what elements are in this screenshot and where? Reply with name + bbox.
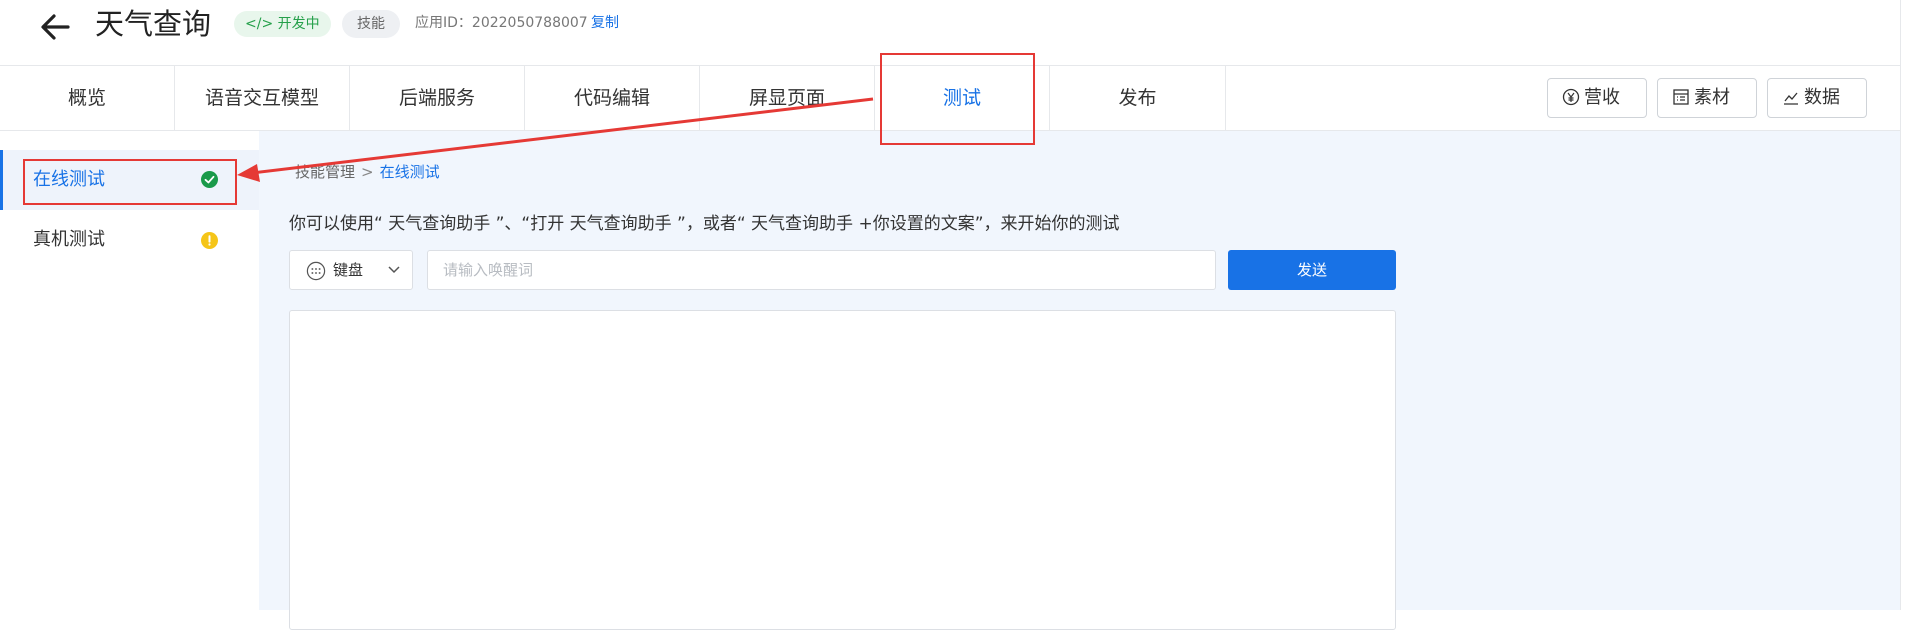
test-hint: 你可以使用“ 天气查询助手 ”、“打开 天气查询助手 ”，或者“ 天气查询助手 …	[289, 214, 1120, 234]
sidebar: 在线测试 真机测试	[0, 131, 259, 610]
wake-word-input[interactable]	[427, 250, 1216, 290]
code-icon: </>	[245, 16, 274, 32]
breadcrumb: 技能管理 > 在线测试	[295, 162, 440, 182]
tab-publish[interactable]: 发布	[1050, 66, 1226, 130]
test-conversation-panel	[289, 310, 1396, 630]
status-badge-label: 开发中	[277, 16, 320, 32]
tab-overview[interactable]: 概览	[0, 66, 175, 130]
tab-test[interactable]: 测试	[875, 66, 1050, 130]
app-header: 天气查询 </> 开发中 技能 应用ID：2022050788007 复制	[0, 0, 1900, 65]
main-content: 技能管理 > 在线测试 你可以使用“ 天气查询助手 ”、“打开 天气查询助手 ”，或…	[259, 131, 1900, 630]
materials-button[interactable]: 素材	[1657, 78, 1757, 118]
keyboard-icon	[306, 261, 326, 281]
type-badge: 技能	[342, 10, 400, 38]
tab-voice-model[interactable]: 语音交互模型	[175, 66, 350, 130]
send-button[interactable]: 发送	[1228, 250, 1396, 290]
warning-circle-icon	[201, 232, 218, 249]
input-mode-value: 键盘	[333, 261, 364, 279]
tab-backend[interactable]: 后端服务	[350, 66, 525, 130]
back-arrow-icon[interactable]	[36, 8, 74, 46]
status-badge: </> 开发中	[234, 11, 331, 37]
data-label: 数据	[1804, 87, 1840, 108]
data-button[interactable]: 数据	[1767, 78, 1867, 118]
breadcrumb-current[interactable]: 在线测试	[380, 163, 440, 181]
sidebar-item-label: 真机测试	[33, 229, 105, 250]
chevron-right-icon: >	[361, 163, 374, 181]
sidebar-item-online-test[interactable]: 在线测试	[0, 150, 259, 210]
tab-screen-page[interactable]: 屏显页面	[700, 66, 875, 130]
revenue-button[interactable]: 营收	[1547, 78, 1647, 118]
sidebar-item-label: 在线测试	[33, 169, 105, 190]
check-circle-icon	[201, 171, 218, 188]
sidebar-item-device-test[interactable]: 真机测试	[0, 210, 259, 270]
yen-icon	[1562, 88, 1580, 105]
scrollbar[interactable]	[1900, 0, 1918, 610]
line-chart-icon	[1784, 92, 1798, 105]
chevron-down-icon	[388, 266, 400, 274]
page-title: 天气查询	[95, 7, 212, 41]
tab-code-edit[interactable]: 代码编辑	[525, 66, 700, 130]
copy-link[interactable]: 复制	[591, 13, 619, 33]
revenue-label: 营收	[1584, 87, 1620, 108]
input-mode-select[interactable]: 键盘	[289, 250, 413, 290]
breadcrumb-parent[interactable]: 技能管理	[295, 163, 355, 181]
materials-label: 素材	[1694, 87, 1730, 108]
document-list-icon	[1673, 88, 1689, 105]
app-id-text: 应用ID：2022050788007	[415, 15, 588, 31]
